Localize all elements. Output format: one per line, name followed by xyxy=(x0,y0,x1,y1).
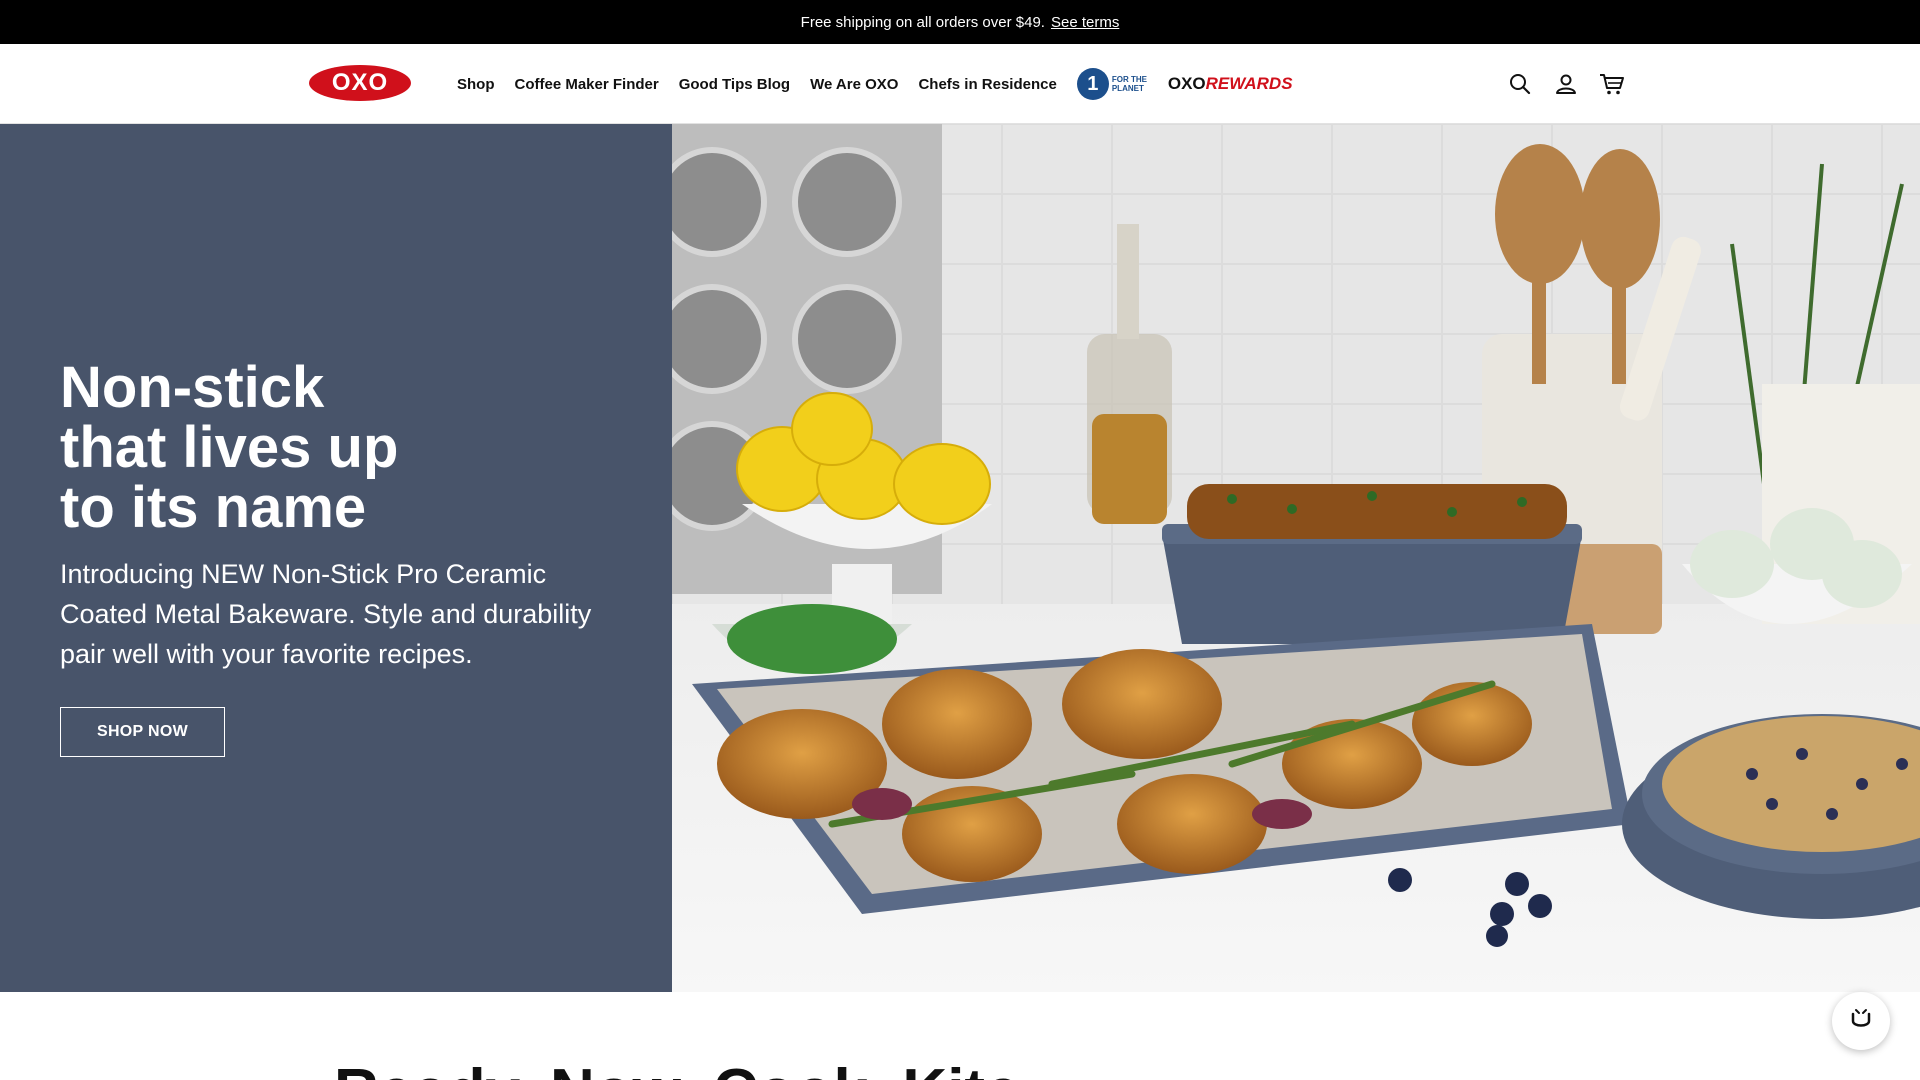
see-terms-link[interactable]: See terms xyxy=(1051,14,1119,31)
account-icon[interactable] xyxy=(1550,68,1582,100)
planet-badge-number: 1 xyxy=(1076,68,1109,100)
hero-banner: Non-stick that lives up to its name Intr… xyxy=(0,124,1920,992)
search-icon[interactable] xyxy=(1504,68,1536,100)
oxo-rewards-link[interactable]: OXOREWARDS xyxy=(1168,74,1293,94)
rewards-brand: OXO xyxy=(1167,74,1206,93)
site-header: OXO Shop Coffee Maker Finder Good Tips B… xyxy=(0,44,1920,124)
nav-we-are-oxo[interactable]: We Are OXO xyxy=(810,76,898,93)
header-icons xyxy=(1490,68,1628,100)
announcement-bar: Free shipping on all orders over $49. Se… xyxy=(0,0,1920,44)
nav-chefs-in-residence[interactable]: Chefs in Residence xyxy=(918,76,1056,93)
chat-widget-button[interactable] xyxy=(1832,992,1890,1050)
bakeware-kitchen-photo xyxy=(672,124,1920,992)
nav-good-tips-blog[interactable]: Good Tips Blog xyxy=(679,76,790,93)
hero-subtitle: Introducing NEW Non-Stick Pro Ceramic Co… xyxy=(60,559,592,669)
announcement-text: Free shipping on all orders over $49. xyxy=(800,13,1045,31)
one-percent-for-the-planet-badge[interactable]: 1 FOR THE PLANET xyxy=(1076,68,1152,100)
shop-now-button[interactable]: SHOP NOW xyxy=(60,707,225,757)
nav-shop[interactable]: Shop xyxy=(457,76,495,93)
hero-image xyxy=(672,124,1920,992)
hero-title: Non-stick that lives up to its name xyxy=(60,355,399,540)
chat-icon xyxy=(1847,1005,1875,1038)
hero-text-panel: Non-stick that lives up to its name Intr… xyxy=(0,124,672,992)
cart-icon[interactable] xyxy=(1596,68,1628,100)
rewards-label: REWARDS xyxy=(1205,74,1293,93)
planet-badge-text: FOR THE PLANET xyxy=(1111,75,1147,93)
nav-coffee-maker-finder[interactable]: Coffee Maker Finder xyxy=(515,76,659,93)
oxo-logo[interactable]: OXO xyxy=(309,65,411,101)
section-heading: Ready. Now. Cook. Kitc xyxy=(334,1056,1020,1080)
main-nav: Shop Coffee Maker Finder Good Tips Blog … xyxy=(457,44,1293,124)
